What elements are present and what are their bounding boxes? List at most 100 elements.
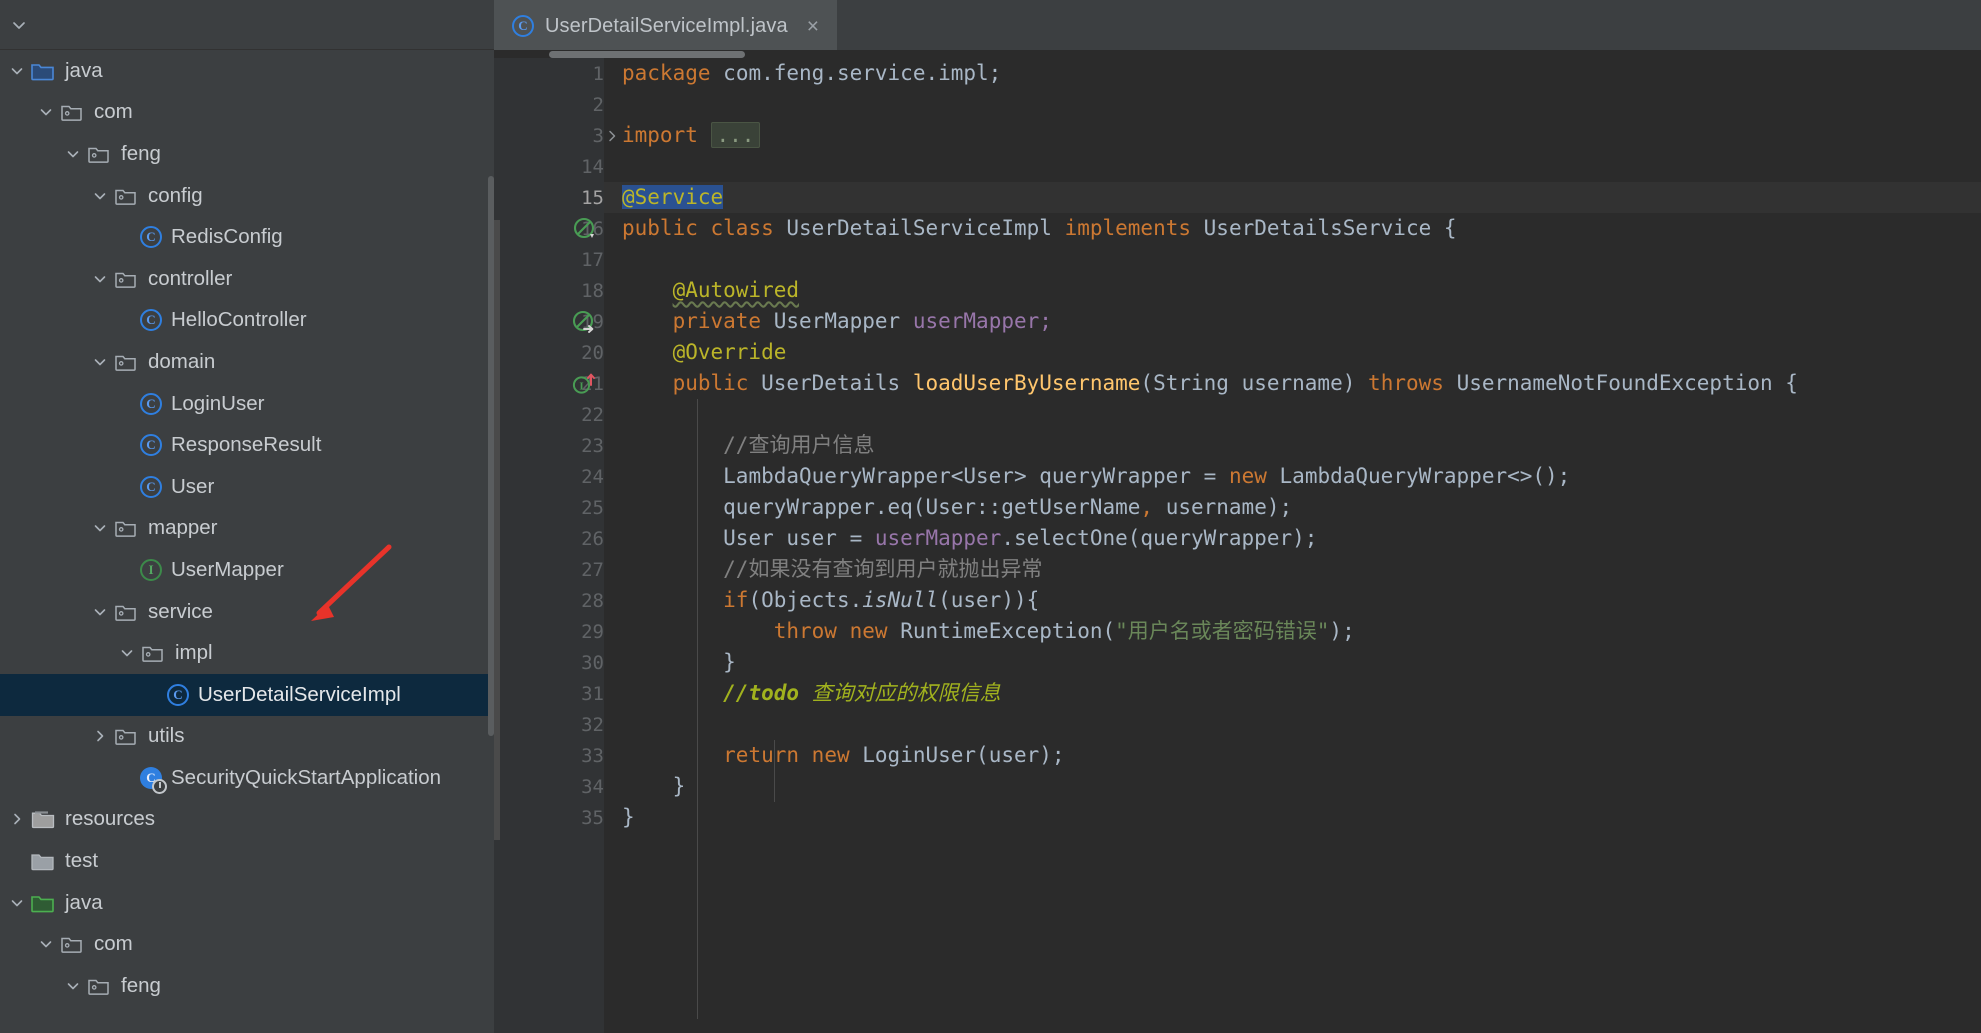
code-line-29[interactable]: throw new RuntimeException("用户名或者密码错误");	[604, 616, 1981, 647]
tree-node-java-test[interactable]: java	[0, 882, 494, 924]
keyword-if: if	[723, 588, 749, 612]
keyword-public: public	[622, 216, 698, 240]
chevron-down-icon[interactable]	[33, 99, 59, 125]
tree-node-controller[interactable]: controller	[0, 258, 494, 300]
code-line-34[interactable]: }	[604, 771, 1981, 802]
chevron-right-icon[interactable]	[4, 806, 30, 832]
comment-throw-if-null: //如果没有查询到用户就抛出异常	[723, 557, 1043, 581]
tree-node-com[interactable]: com	[0, 92, 494, 134]
tree-node-loginuser[interactable]: C LoginUser	[0, 383, 494, 425]
gutter-line-2: 2	[494, 89, 604, 120]
code-line-3[interactable]: import ...	[604, 120, 1981, 151]
code-line-1[interactable]: package com.feng.service.impl;	[604, 58, 1981, 89]
tree-node-resources[interactable]: resources	[0, 799, 494, 841]
implementing-method-icon[interactable]: I	[570, 370, 598, 398]
chevron-down-icon[interactable]	[60, 141, 86, 167]
tree-node-service[interactable]: service	[0, 591, 494, 633]
chevron-down-icon[interactable]	[4, 58, 30, 84]
code-line-15[interactable]: @Service	[604, 182, 1981, 213]
tree-node-label: RedisConfig	[171, 225, 283, 249]
spring-autowire-icon[interactable]	[570, 308, 598, 336]
tree-node-redisconfig[interactable]: C RedisConfig	[0, 216, 494, 258]
code-line-32[interactable]	[604, 709, 1981, 740]
project-tree-panel[interactable]: java com feng config C RedisConfig contr…	[0, 50, 494, 1033]
editor-horizontal-scrollbar[interactable]	[494, 50, 1981, 58]
type-userdetailserviceimpl: UserDetailServiceImpl	[786, 216, 1052, 240]
tree-node-usermapper[interactable]: I UserMapper	[0, 549, 494, 591]
tree-node-test[interactable]: test	[0, 840, 494, 882]
tree-node-securityquickstartapplication[interactable]: C SecurityQuickStartApplication	[0, 757, 494, 799]
code-editor[interactable]: 1 2 3 14 15 16 17 18 19 20 21 I 22 23 24…	[494, 50, 1981, 1033]
tree-node-utils[interactable]: utils	[0, 716, 494, 758]
code-line-22[interactable]	[604, 399, 1981, 430]
tree-node-java-main[interactable]: java	[0, 50, 494, 92]
code-line-14[interactable]	[604, 151, 1981, 182]
code-line-17[interactable]	[604, 244, 1981, 275]
tree-node-label: controller	[148, 266, 233, 290]
tree-node-userdetailserviceimpl[interactable]: C UserDetailServiceImpl	[0, 673, 494, 716]
code-line-28[interactable]: if(Objects.isNull(user)){	[604, 585, 1981, 616]
chevron-down-icon[interactable]	[87, 183, 113, 209]
tree-node-feng[interactable]: feng	[0, 133, 494, 175]
folder-icon	[30, 850, 56, 872]
editor-code-area[interactable]: package com.feng.service.impl; import ..…	[604, 50, 1981, 1033]
code-line-26[interactable]: User user = userMapper.selectOne(queryWr…	[604, 523, 1981, 554]
code-line-35[interactable]: }	[604, 802, 1981, 833]
line-number: 25	[581, 496, 604, 519]
new-loginuser: LoginUser(user);	[862, 743, 1065, 767]
code-line-16[interactable]: public class UserDetailServiceImpl imple…	[604, 213, 1981, 244]
close-icon[interactable]: ×	[807, 16, 819, 37]
code-line-20[interactable]: @Override	[604, 337, 1981, 368]
chevron-down-icon[interactable]	[33, 931, 59, 957]
tree-node-com-test[interactable]: com	[0, 923, 494, 965]
tree-node-impl[interactable]: impl	[0, 632, 494, 674]
ide-window: C UserDetailServiceImpl.java × java com …	[0, 0, 1981, 1033]
tree-node-label: feng	[121, 973, 161, 997]
chevron-down-icon[interactable]	[4, 890, 30, 916]
code-line-24[interactable]: LambdaQueryWrapper<User> queryWrapper = …	[604, 461, 1981, 492]
code-line-33[interactable]: return new LoginUser(user);	[604, 740, 1981, 771]
gutter-line-24: 24	[494, 461, 604, 492]
tree-node-responseresult[interactable]: C ResponseResult	[0, 424, 494, 466]
chevron-down-icon[interactable]	[87, 599, 113, 625]
code-line-23[interactable]: //查询用户信息	[604, 430, 1981, 461]
keyword-import: import	[622, 123, 698, 147]
code-line-18[interactable]: @Autowired	[604, 275, 1981, 306]
chevron-down-icon[interactable]	[87, 266, 113, 292]
tree-node-domain[interactable]: domain	[0, 341, 494, 383]
chevron-down-icon[interactable]	[114, 640, 140, 666]
editor-tab-userdetailserviceimpl[interactable]: C UserDetailServiceImpl.java ×	[494, 0, 837, 50]
chevron-down-icon[interactable]	[6, 12, 32, 38]
editor-gutter[interactable]: 1 2 3 14 15 16 17 18 19 20 21 I 22 23 24…	[494, 50, 616, 1033]
chevron-down-icon[interactable]	[87, 349, 113, 375]
tree-node-feng-test[interactable]: feng	[0, 965, 494, 1007]
tree-node-label: test	[65, 849, 99, 873]
code-line-2[interactable]	[604, 89, 1981, 120]
gutter-line-35: 35	[494, 802, 604, 833]
tree-node-user[interactable]: C User	[0, 466, 494, 508]
keyword-new: new	[811, 743, 850, 767]
code-line-25[interactable]: queryWrapper.eq(User::getUserName, usern…	[604, 492, 1981, 523]
tree-node-config[interactable]: config	[0, 175, 494, 217]
type-lambdaquerywrapper: LambdaQueryWrapper<User>	[723, 464, 1027, 488]
gutter-line-27: 27	[494, 554, 604, 585]
gutter-line-31: 31	[494, 678, 604, 709]
import-fold-placeholder[interactable]: ...	[710, 122, 761, 148]
new-lambdaquerywrapper: LambdaQueryWrapper<>();	[1279, 464, 1571, 488]
spring-bean-icon[interactable]	[570, 215, 598, 243]
chevron-down-icon[interactable]	[60, 973, 86, 999]
code-line-21[interactable]: public UserDetails loadUserByUsername(St…	[604, 368, 1981, 399]
scrollbar-thumb[interactable]	[549, 51, 745, 58]
code-line-30[interactable]: }	[604, 647, 1981, 678]
tree-node-hellocontroller[interactable]: C HelloController	[0, 300, 494, 342]
chevron-down-icon[interactable]	[87, 515, 113, 541]
keyword-implements: implements	[1064, 216, 1191, 240]
chevron-right-icon[interactable]	[87, 723, 113, 749]
code-line-31[interactable]: //todo 查询对应的权限信息	[604, 678, 1981, 709]
folder-source-icon	[30, 60, 56, 82]
tree-node-mapper[interactable]: mapper	[0, 508, 494, 550]
code-line-27[interactable]: //如果没有查询到用户就抛出异常	[604, 554, 1981, 585]
editor-tab-strip: C UserDetailServiceImpl.java ×	[494, 0, 1981, 50]
code-line-19[interactable]: private UserMapper userMapper;	[604, 306, 1981, 337]
